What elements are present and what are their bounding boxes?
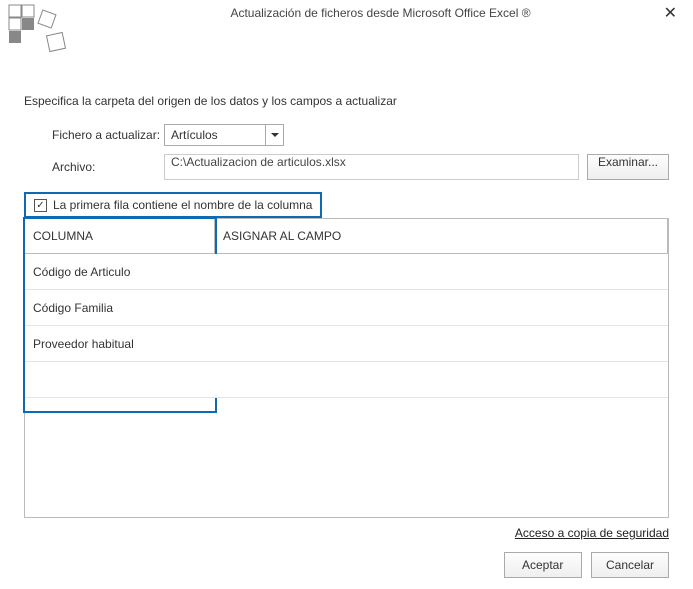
assign-field-cell[interactable] [215, 290, 668, 326]
first-row-header-label: La primera fila contiene el nombre de la… [53, 198, 312, 212]
check-icon: ✓ [34, 199, 47, 212]
accept-button[interactable]: Aceptar [504, 552, 582, 578]
assign-field-cell[interactable] [215, 326, 668, 362]
cell-text: Código Familia [33, 301, 113, 315]
file-to-update-value: Artículos [165, 128, 265, 142]
table-row[interactable]: Código Familia [25, 290, 215, 326]
instruction-text: Especifica la carpeta del origen de los … [24, 94, 669, 108]
app-logo [8, 4, 66, 56]
archive-path-input[interactable]: C:\Actualizacion de articulos.xlsx [164, 154, 579, 180]
file-to-update-combo[interactable]: Artículos [164, 124, 284, 146]
table-row[interactable]: Código de Articulo [25, 254, 215, 290]
dialog-title: Actualización de ficheros desde Microsof… [76, 4, 685, 20]
archive-label: Archivo: [24, 160, 164, 174]
assign-field-dropdown[interactable] [215, 254, 668, 290]
cell-text: Código de Articulo [33, 265, 130, 279]
table-row [25, 362, 215, 398]
close-button[interactable]: ✕ [658, 4, 683, 24]
backup-link[interactable]: Acceso a copia de seguridad [515, 526, 669, 540]
chevron-down-icon[interactable] [265, 125, 283, 145]
assign-field-cell [215, 362, 668, 398]
grid-header-assign[interactable]: ASIGNAR AL CAMPO [215, 219, 668, 254]
file-to-update-label: Fichero a actualizar: [24, 128, 164, 142]
cell-text: Proveedor habitual [33, 337, 134, 351]
browse-button[interactable]: Examinar... [587, 154, 669, 180]
first-row-header-checkbox[interactable]: ✓ La primera fila contiene el nombre de … [24, 192, 322, 218]
mapping-grid: COLUMNA ASIGNAR AL CAMPO Código de Artic… [24, 218, 669, 518]
cancel-button[interactable]: Cancelar [591, 552, 669, 578]
table-row[interactable]: Proveedor habitual [25, 326, 215, 362]
grid-header-column[interactable]: COLUMNA [25, 219, 215, 254]
